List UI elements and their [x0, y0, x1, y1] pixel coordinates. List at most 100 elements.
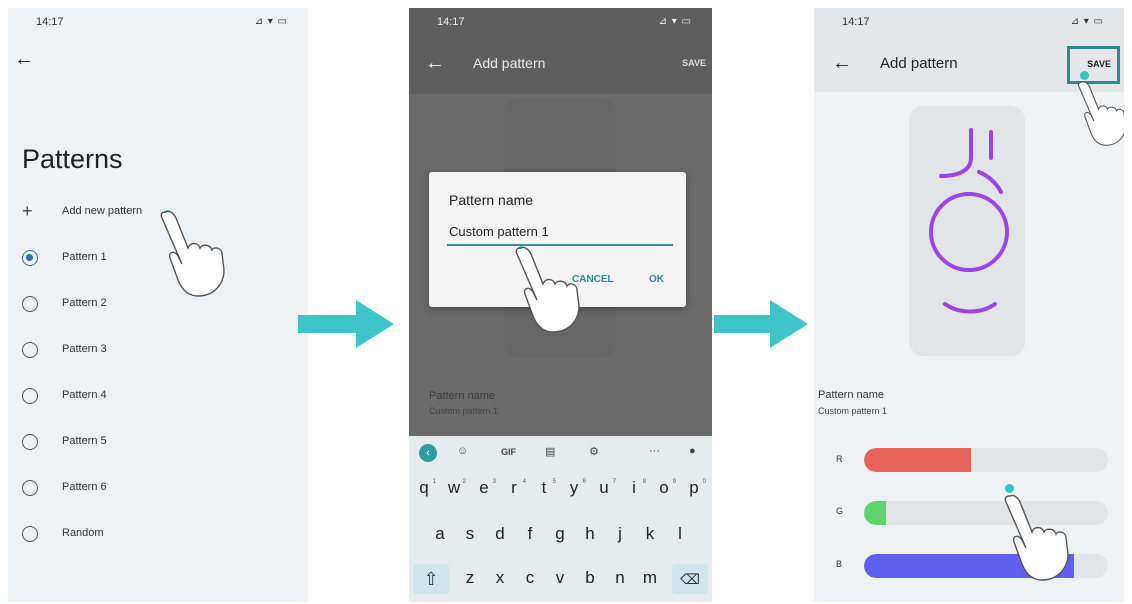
keyboard-toolbar: ‹ ☺ GIF ▤ ⚙ ··· ● [409, 436, 712, 470]
radio-selected-icon [22, 250, 38, 266]
pattern-option-5[interactable]: Pattern 5 [8, 428, 308, 458]
key-letter: t [541, 478, 547, 497]
pattern-option-6[interactable]: Pattern 6 [8, 474, 308, 504]
back-arrow-icon[interactable]: ← [425, 52, 445, 75]
status-bar: 14:17 ⊿ ▾ ▭ [842, 16, 1104, 32]
add-pattern-dialog-screen: 14:17 ⊿ ▾ ▭ ← Add pattern SAVE Pattern n… [409, 8, 712, 602]
page-title: Add pattern [880, 55, 958, 72]
tapping-hand-icon [160, 210, 225, 297]
key-hint: 3 [492, 479, 496, 485]
pattern-option-label: Pattern 4 [62, 389, 107, 401]
key-k[interactable]: k [637, 520, 663, 548]
dragging-hand-icon [1004, 494, 1069, 581]
status-time: 14:17 [842, 16, 870, 28]
sticker-icon[interactable]: ☺ [457, 445, 468, 457]
key-letter: i [632, 478, 636, 497]
key-u[interactable]: u7 [591, 474, 617, 502]
key-j[interactable]: j [607, 520, 633, 548]
key-w[interactable]: w2 [441, 474, 467, 502]
blue-slider-label: B [836, 559, 843, 569]
page-title: Add pattern [473, 55, 546, 71]
gif-button[interactable]: GIF [501, 447, 516, 457]
radio-icon [22, 480, 38, 496]
pattern-option-4[interactable]: Pattern 4 [8, 382, 308, 412]
status-icons: ⊿ ▾ ▭ [658, 16, 692, 27]
key-hint: 0 [702, 479, 706, 485]
key-n[interactable]: n [607, 564, 633, 592]
shift-key-icon[interactable]: ⇧ [413, 564, 449, 594]
key-hint: 9 [672, 479, 676, 485]
key-letter: o [659, 478, 669, 497]
red-slider-label: R [836, 454, 843, 464]
step-arrow-icon [298, 300, 394, 348]
key-hint: 5 [552, 479, 556, 485]
keyboard-row-1: q1 w2 e3 r4 t5 y6 u7 i8 o9 p0 [409, 474, 712, 504]
key-h[interactable]: h [577, 520, 603, 548]
add-new-pattern-label: Add new pattern [62, 205, 143, 217]
key-v[interactable]: v [547, 564, 573, 592]
save-button[interactable]: SAVE [682, 58, 706, 68]
light-pattern-graphic [929, 128, 1009, 314]
key-g[interactable]: g [547, 520, 573, 548]
pattern-option-label: Pattern 3 [62, 343, 107, 355]
key-d[interactable]: d [487, 520, 513, 548]
tapping-hand-icon [1077, 81, 1124, 146]
key-o[interactable]: o9 [651, 474, 677, 502]
radio-icon [22, 342, 38, 358]
pattern-option-label: Random [62, 527, 104, 539]
pattern-name-input[interactable]: Custom pattern 1 [449, 224, 549, 239]
settings-gear-icon[interactable]: ⚙ [589, 445, 599, 458]
key-e[interactable]: e3 [471, 474, 497, 502]
key-t[interactable]: t5 [531, 474, 557, 502]
key-c[interactable]: c [517, 564, 543, 592]
key-p[interactable]: p0 [681, 474, 707, 502]
radio-icon [22, 526, 38, 542]
plus-icon: + [22, 201, 33, 221]
key-letter: e [479, 478, 489, 497]
key-l[interactable]: l [667, 520, 693, 548]
key-x[interactable]: x [487, 564, 513, 592]
pattern-preview [909, 106, 1025, 356]
green-slider-label: G [836, 506, 844, 516]
key-letter: y [569, 478, 579, 497]
pattern-name-value: Custom pattern 1 [429, 406, 499, 416]
backspace-key-icon[interactable]: ⌫ [672, 564, 708, 594]
key-q[interactable]: q1 [411, 474, 437, 502]
key-hint: 4 [522, 479, 526, 485]
red-slider[interactable] [864, 448, 1108, 472]
key-a[interactable]: a [427, 520, 453, 548]
key-s[interactable]: s [457, 520, 483, 548]
add-pattern-screen: 14:17 ⊿ ▾ ▭ ← Add pattern SAVE Pattern n… [814, 8, 1124, 602]
green-slider-fill [864, 501, 886, 525]
pattern-option-random[interactable]: Random [8, 520, 308, 550]
keyboard-row-3: ⇧ z x c v b n m ⌫ [409, 564, 712, 594]
pattern-option-label: Pattern 6 [62, 481, 107, 493]
key-letter: u [599, 478, 609, 497]
key-hint: 7 [612, 479, 616, 485]
back-arrow-icon[interactable]: ← [14, 48, 34, 71]
step-arrow-icon [714, 300, 808, 348]
key-letter: r [511, 478, 517, 497]
back-arrow-icon[interactable]: ← [832, 52, 852, 75]
key-f[interactable]: f [517, 520, 543, 548]
key-hint: 2 [462, 479, 466, 485]
key-m[interactable]: m [637, 564, 663, 592]
soft-keyboard: ‹ ☺ GIF ▤ ⚙ ··· ● q1 w2 e3 r4 t5 y6 u7 i… [409, 436, 712, 602]
key-r[interactable]: r4 [501, 474, 527, 502]
key-hint: 6 [582, 479, 586, 485]
red-slider-fill [864, 448, 972, 472]
more-button[interactable]: ··· [649, 445, 660, 457]
clipboard-icon[interactable]: ▤ [545, 445, 555, 458]
key-i[interactable]: i8 [621, 474, 647, 502]
key-letter: p [689, 478, 699, 497]
key-hint: 8 [642, 479, 646, 485]
ok-button[interactable]: OK [649, 274, 664, 285]
pattern-name-label: Pattern name [429, 390, 496, 402]
pattern-option-3[interactable]: Pattern 3 [8, 336, 308, 366]
key-b[interactable]: b [577, 564, 603, 592]
microphone-icon[interactable]: ● [689, 445, 696, 457]
collapse-toolbar-icon[interactable]: ‹ [419, 444, 437, 462]
key-z[interactable]: z [457, 564, 483, 592]
key-y[interactable]: y6 [561, 474, 587, 502]
pattern-name-value: Custom pattern 1 [818, 406, 888, 416]
